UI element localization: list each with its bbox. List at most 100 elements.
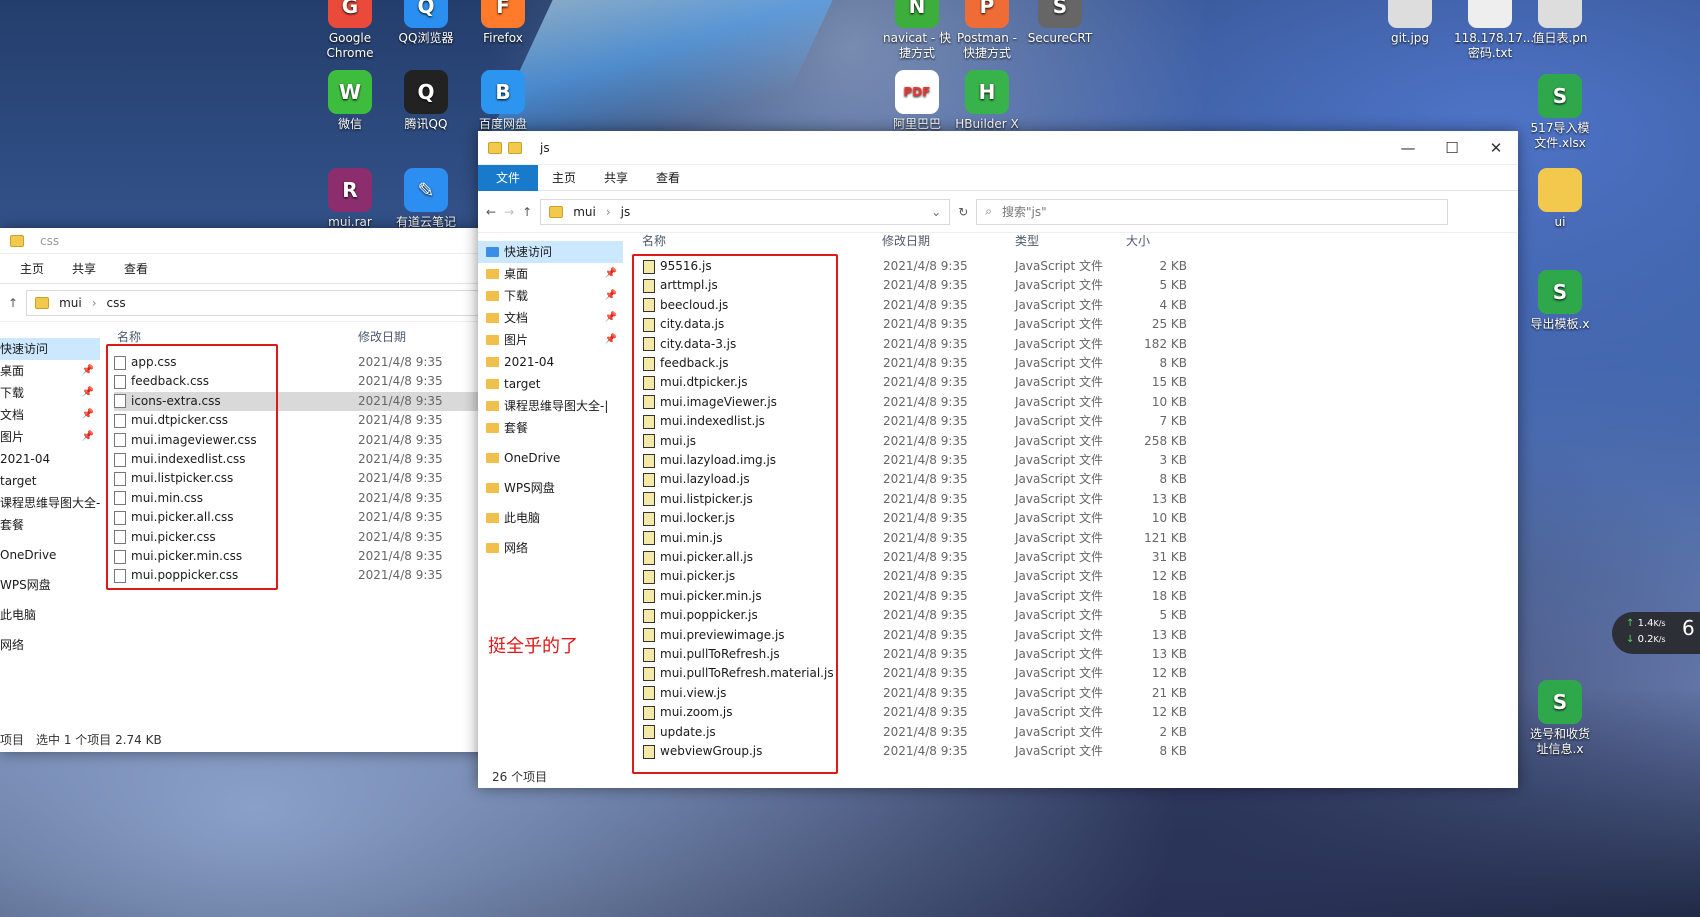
nav-item[interactable]: 下载 📌 xyxy=(478,285,623,307)
nav-item[interactable]: 2021-04 xyxy=(478,351,623,373)
nav-item[interactable]: 网络 xyxy=(478,537,623,559)
nav-item[interactable]: 网络 xyxy=(0,634,100,656)
upload-arrow-icon: ↑ xyxy=(1626,618,1635,629)
desktop-icon[interactable]: Q QQ浏览器 xyxy=(390,0,462,46)
file-date: 2021/4/8 9:35 xyxy=(883,414,968,429)
crumb-mui[interactable]: mui xyxy=(573,205,596,219)
desktop-icon[interactable]: Rmui.rar xyxy=(314,168,386,230)
up-arrow-icon[interactable]: ↑ xyxy=(8,296,18,310)
nav-item[interactable]: target xyxy=(478,373,623,395)
nav-item[interactable]: 桌面 📌 xyxy=(478,263,623,285)
tab-share[interactable]: 共享 xyxy=(58,256,110,282)
file-date: 2021/4/8 9:35 xyxy=(883,744,968,758)
tab-file[interactable]: 文件 xyxy=(478,164,539,191)
column-type[interactable]: 类型 xyxy=(1015,232,1039,249)
column-name[interactable]: 名称 xyxy=(117,328,141,345)
desktop-icon[interactable]: Nnavicat - 快 捷方式 xyxy=(881,0,953,61)
nav-item-label: 图片 xyxy=(0,430,25,444)
nav-item-label: 2021-04 xyxy=(0,452,51,466)
crumb-js[interactable]: js xyxy=(621,205,631,219)
refresh-icon[interactable]: ↻ xyxy=(958,205,968,219)
desktop-icon[interactable]: G Google Chrome xyxy=(314,0,386,61)
desktop-icon[interactable]: W 微信 xyxy=(314,70,386,132)
tab-view[interactable]: 查看 xyxy=(110,256,162,282)
desktop-icon[interactable]: ✎ 有道云笔记 xyxy=(390,168,462,230)
file-size: 13 KB xyxy=(1151,491,1187,506)
highlight-box xyxy=(632,254,838,774)
window-title: css xyxy=(40,233,60,248)
nav-item[interactable]: 快速访问 xyxy=(478,241,623,263)
tab-view[interactable]: 查看 xyxy=(642,165,694,191)
nav-item[interactable]: 文档 📌 xyxy=(0,404,100,426)
file-type: JavaScript 文件 xyxy=(1015,685,1103,700)
desktop-icon[interactable]: F Firefox xyxy=(467,0,539,46)
column-name[interactable]: 名称 xyxy=(642,232,666,249)
column-date[interactable]: 修改日期 xyxy=(358,328,406,345)
desktop-icon[interactable]: git.jpg xyxy=(1374,0,1446,46)
desktop-icon-label: 阿里巴巴 xyxy=(892,117,941,131)
tab-home[interactable]: 主页 xyxy=(538,165,590,191)
nav-item[interactable]: 此电脑 xyxy=(478,507,623,529)
file-size: 25 KB xyxy=(1151,317,1187,332)
nav-item[interactable]: 桌面 📌 xyxy=(0,360,100,382)
file-date: 2021/4/8 9:35 xyxy=(358,374,443,389)
nav-item[interactable]: 快速访问 xyxy=(0,338,100,360)
app-icon: S xyxy=(1038,0,1082,28)
nav-item[interactable]: 套餐 xyxy=(478,417,623,439)
tab-share[interactable]: 共享 xyxy=(590,165,642,191)
nav-item[interactable]: WPS网盘 xyxy=(0,574,100,596)
nav-item[interactable]: 套餐 xyxy=(0,514,100,536)
maximize-icon[interactable]: ☐ xyxy=(1430,139,1474,157)
desktop-icon[interactable]: S 选号和收货 址信息.x xyxy=(1524,680,1596,757)
crumb-css[interactable]: css xyxy=(107,296,126,310)
nav-item[interactable]: target xyxy=(0,470,100,492)
forward-arrow-icon[interactable]: → xyxy=(504,205,514,219)
window-title: js xyxy=(540,140,550,155)
nav-item[interactable]: 课程思维导图大全-| xyxy=(478,395,623,417)
nav-item[interactable]: 下载 📌 xyxy=(0,382,100,404)
desktop-icon[interactable]: PDF 阿里巴巴 xyxy=(881,70,953,132)
up-arrow-icon[interactable]: ↑ xyxy=(522,205,532,219)
desktop-icon[interactable]: S SecureCRT xyxy=(1024,0,1096,46)
app-icon: S xyxy=(1538,270,1582,314)
desktop-icon[interactable]: 值日表.pn xyxy=(1524,0,1596,46)
desktop-icon[interactable]: S 导出模板.x xyxy=(1524,270,1596,332)
column-date[interactable]: 修改日期 xyxy=(882,232,930,249)
nav-item-label: 此电脑 xyxy=(504,511,541,525)
address-bar[interactable]: mui › css xyxy=(26,289,510,316)
nav-item-label: 下载 xyxy=(0,386,25,400)
folder-icon xyxy=(486,357,499,367)
nav-item[interactable]: 课程思维导图大全- xyxy=(0,492,100,514)
app-icon: F xyxy=(481,0,525,28)
column-size[interactable]: 大小 xyxy=(1126,232,1150,249)
nav-item[interactable]: 此电脑 xyxy=(0,604,100,626)
file-type: JavaScript 文件 xyxy=(1015,356,1103,370)
desktop-icon[interactable]: S 517导入模 文件.xlsx xyxy=(1524,74,1596,151)
desktop-icon-label: 118.178.17... 密码.txt xyxy=(1454,31,1535,60)
nav-item[interactable]: 2021-04 xyxy=(0,448,100,470)
search-box[interactable]: ⌕ 搜索"js" xyxy=(976,198,1449,225)
chevron-down-icon[interactable]: ⌄ xyxy=(931,205,941,219)
minimize-icon[interactable]: — xyxy=(1386,139,1430,157)
file-type: JavaScript 文件 xyxy=(1015,724,1103,739)
file-date: 2021/4/8 9:35 xyxy=(883,705,968,720)
folder-icon xyxy=(549,205,564,218)
desktop-icon[interactable]: 118.178.17... 密码.txt xyxy=(1454,0,1535,61)
nav-item[interactable]: 图片 📌 xyxy=(0,426,100,448)
desktop-icon[interactable]: H HBuilder X xyxy=(951,70,1023,132)
desktop-icon[interactable]: ui xyxy=(1524,168,1596,230)
tab-home[interactable]: 主页 xyxy=(0,256,58,282)
crumb-mui[interactable]: mui xyxy=(59,296,82,310)
desktop-icon[interactable]: Q 腾讯QQ xyxy=(390,70,462,132)
back-arrow-icon[interactable]: ← xyxy=(486,205,496,219)
desktop-icon[interactable]: B 百度网盘 xyxy=(467,70,539,132)
desktop-icon-label: Google Chrome xyxy=(326,31,374,60)
close-icon[interactable]: ✕ xyxy=(1474,139,1518,157)
nav-item[interactable]: 文档 📌 xyxy=(478,307,623,329)
address-bar[interactable]: mui › js ⌄ xyxy=(540,198,951,225)
nav-item[interactable]: OneDrive xyxy=(478,447,623,469)
desktop-icon[interactable]: P Postman - 快捷方式 xyxy=(951,0,1023,61)
nav-item[interactable]: 图片 📌 xyxy=(478,329,623,351)
nav-item[interactable]: OneDrive xyxy=(0,544,100,566)
nav-item[interactable]: WPS网盘 xyxy=(478,477,623,499)
